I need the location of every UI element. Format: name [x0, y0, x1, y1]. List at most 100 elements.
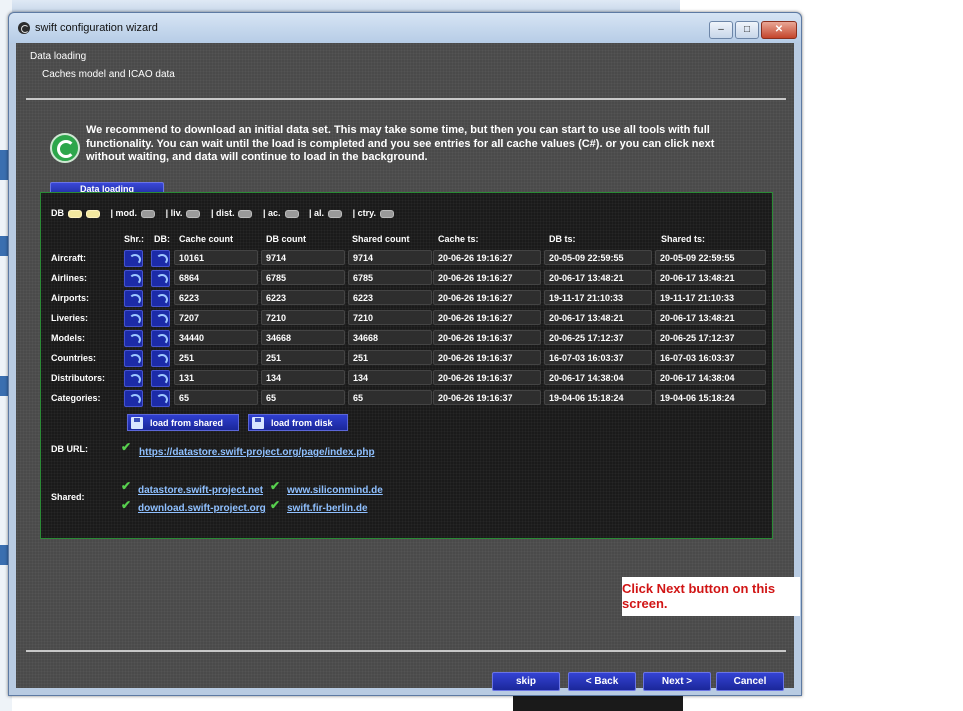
shared-count-cell: 6785 [348, 270, 432, 285]
shared-ts-cell: 19-11-17 21:10:33 [655, 290, 766, 305]
cache-count-cell: 34440 [174, 330, 258, 345]
db-ts-cell: 20-06-17 14:38:04 [544, 370, 652, 385]
row-label: Liveries: [51, 313, 89, 323]
db-url-label: DB URL: [51, 444, 88, 454]
maximize-button[interactable]: □ [735, 21, 759, 39]
db-count-cell: 6785 [261, 270, 345, 285]
title-bar[interactable]: swift configuration wizard – □ ✕ [9, 13, 801, 43]
row-label: Airports: [51, 293, 89, 303]
db-reload-button[interactable] [151, 370, 170, 387]
status-dist: | dist. [211, 208, 253, 218]
row-label: Categories: [51, 393, 101, 403]
shared-reload-button[interactable] [124, 350, 143, 367]
shared-ts-cell: 19-04-06 15:18:24 [655, 390, 766, 405]
swift-logo-icon [50, 133, 80, 163]
led-icon [86, 209, 100, 218]
col-header-cache-count: Cache count [179, 234, 234, 244]
cache-ts-cell: 20-06-26 19:16:27 [433, 270, 541, 285]
cache-count-cell: 7207 [174, 310, 258, 325]
col-header-cache-ts: Cache ts: [438, 234, 479, 244]
shared-reload-button[interactable] [124, 310, 143, 327]
shared-ts-cell: 20-05-09 22:59:55 [655, 250, 766, 265]
shared-count-cell: 9714 [348, 250, 432, 265]
cache-count-cell: 10161 [174, 250, 258, 265]
led-icon [328, 209, 343, 218]
intro-text: We recommend to download an initial data… [86, 124, 715, 163]
led-icon [68, 209, 82, 218]
disk-icon [131, 417, 143, 429]
shared-ts-cell: 20-06-17 13:48:21 [655, 310, 766, 325]
cache-ts-cell: 20-06-26 19:16:27 [433, 290, 541, 305]
disk-icon [252, 417, 264, 429]
shared-count-cell: 7210 [348, 310, 432, 325]
cache-count-cell: 6223 [174, 290, 258, 305]
load-from-shared-button[interactable]: load from shared [127, 414, 239, 431]
col-header-db-ts: DB ts: [549, 234, 576, 244]
close-button[interactable]: ✕ [761, 21, 797, 39]
db-ts-cell: 20-05-09 22:59:55 [544, 250, 652, 265]
db-url-link[interactable]: https://datastore.swift-project.org/page… [139, 447, 375, 458]
shared-reload-button[interactable] [124, 270, 143, 287]
cache-count-cell: 6864 [174, 270, 258, 285]
shared-reload-button[interactable] [124, 290, 143, 307]
status-db: DB [51, 208, 100, 218]
db-reload-button[interactable] [151, 290, 170, 307]
row-label: Distributors: [51, 373, 105, 383]
row-label: Airlines: [51, 273, 88, 283]
col-header-db-count: DB count [266, 234, 306, 244]
led-icon [186, 209, 201, 218]
db-count-cell: 134 [261, 370, 345, 385]
db-reload-button[interactable] [151, 310, 170, 327]
db-count-cell: 9714 [261, 250, 345, 265]
shared-count-cell: 251 [348, 350, 432, 365]
db-reload-button[interactable] [151, 390, 170, 407]
shared-link-siliconmind[interactable]: www.siliconmind.de [287, 485, 383, 496]
cache-ts-cell: 20-06-26 19:16:37 [433, 330, 541, 345]
swift-app-icon [18, 22, 30, 34]
next-button[interactable]: Next > [643, 672, 711, 691]
page-title: Data loading [30, 51, 87, 62]
check-icon: ✔ [121, 479, 132, 493]
minimize-button[interactable]: – [709, 21, 733, 39]
db-count-cell: 7210 [261, 310, 345, 325]
shared-ts-cell: 20-06-25 17:12:37 [655, 330, 766, 345]
db-ts-cell: 19-11-17 21:10:33 [544, 290, 652, 305]
col-header-shared-ts: Shared ts: [661, 234, 706, 244]
page-subtitle: Caches model and ICAO data [42, 69, 175, 80]
col-header-db: DB: [154, 234, 170, 244]
shared-link-download[interactable]: download.swift-project.org [138, 503, 266, 514]
shared-reload-button[interactable] [124, 370, 143, 387]
db-reload-button[interactable] [151, 270, 170, 287]
desktop-background-top [0, 0, 680, 12]
led-icon [284, 209, 299, 218]
shared-reload-button[interactable] [124, 250, 143, 267]
status-liv: | liv. [166, 208, 201, 218]
status-al: | al. [309, 208, 343, 218]
shared-reload-button[interactable] [124, 330, 143, 347]
shared-count-cell: 34668 [348, 330, 432, 345]
row-label: Countries: [51, 353, 96, 363]
shared-link-datastore[interactable]: datastore.swift-project.net [138, 485, 263, 496]
col-header-shared: Shr.: [124, 234, 145, 244]
db-count-cell: 65 [261, 390, 345, 405]
shared-ts-cell: 20-06-17 14:38:04 [655, 370, 766, 385]
shared-ts-cell: 20-06-17 13:48:21 [655, 270, 766, 285]
status-mod: | mod. [111, 208, 156, 218]
cancel-button[interactable]: Cancel [716, 672, 784, 691]
skip-button[interactable]: skip [492, 672, 560, 691]
led-icon [141, 209, 156, 218]
db-reload-button[interactable] [151, 330, 170, 347]
instruction-annotation: Click Next button on this screen. [622, 577, 800, 616]
back-button[interactable]: < Back [568, 672, 636, 691]
db-status-row: DB | mod. | liv. | dist. | ac. | al. | c… [51, 208, 402, 218]
led-icon [379, 209, 394, 218]
db-reload-button[interactable] [151, 250, 170, 267]
db-reload-button[interactable] [151, 350, 170, 367]
shared-reload-button[interactable] [124, 390, 143, 407]
cache-ts-cell: 20-06-26 19:16:27 [433, 250, 541, 265]
shared-link-fir-berlin[interactable]: swift.fir-berlin.de [287, 503, 368, 514]
cache-ts-cell: 20-06-26 19:16:37 [433, 370, 541, 385]
header-divider [26, 98, 786, 100]
load-from-disk-button[interactable]: load from disk [248, 414, 348, 431]
shared-count-cell: 65 [348, 390, 432, 405]
